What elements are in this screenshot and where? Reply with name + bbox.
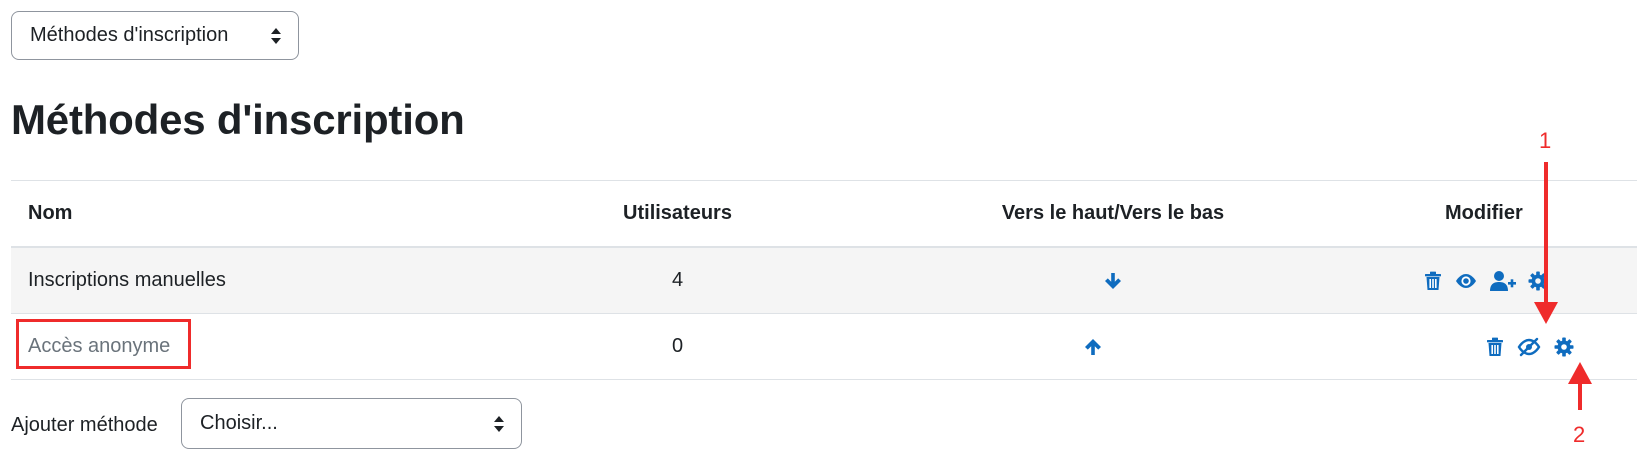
select-arrows-icon xyxy=(494,415,504,432)
method-name-guest: Accès anonyme xyxy=(28,335,171,357)
add-method-select[interactable]: Choisir... xyxy=(181,398,522,449)
method-name-manual: Inscriptions manuelles xyxy=(28,269,226,291)
header-users: Utilisateurs xyxy=(623,202,732,224)
gear-icon[interactable] xyxy=(1554,337,1574,357)
arrow-up-icon[interactable] xyxy=(1083,337,1103,357)
annotation-label-1: 1 xyxy=(1539,128,1552,153)
select-arrows-icon xyxy=(271,27,281,44)
users-count-manual: 4 xyxy=(671,269,684,291)
enrol-users-icon[interactable] xyxy=(1490,270,1516,292)
trash-icon[interactable] xyxy=(1486,337,1504,357)
eye-slash-icon[interactable] xyxy=(1516,337,1542,357)
annotation-label-2: 2 xyxy=(1573,422,1586,447)
users-count-guest: 0 xyxy=(671,335,684,357)
edit-actions-guest xyxy=(1486,314,1574,379)
header-updown: Vers le haut/Vers le bas xyxy=(1001,202,1225,224)
arrow-down-icon[interactable] xyxy=(1103,271,1123,291)
enrolment-methods-table: Nom Utilisateurs Vers le haut/Vers le ba… xyxy=(11,180,1637,380)
updown-cell-manual xyxy=(986,248,1240,313)
updown-cell-guest xyxy=(966,314,1220,379)
gear-icon[interactable] xyxy=(1528,271,1548,291)
course-nav-select[interactable]: Méthodes d'inscription xyxy=(11,11,299,60)
table-row-guest: Accès anonyme 0 xyxy=(11,314,1637,380)
add-method-select-value: Choisir... xyxy=(200,412,278,434)
eye-icon[interactable] xyxy=(1454,272,1478,290)
add-method-label: Ajouter méthode xyxy=(11,414,158,436)
page-title: Méthodes d'inscription xyxy=(11,96,465,143)
table-header-row: Nom Utilisateurs Vers le haut/Vers le ba… xyxy=(11,181,1637,248)
course-nav-select-value: Méthodes d'inscription xyxy=(30,24,229,46)
header-edit: Modifier xyxy=(1445,202,1523,224)
table-row-manual: Inscriptions manuelles 4 xyxy=(11,248,1637,314)
edit-actions-manual xyxy=(1424,248,1548,313)
trash-icon[interactable] xyxy=(1424,271,1442,291)
header-name: Nom xyxy=(28,202,73,224)
